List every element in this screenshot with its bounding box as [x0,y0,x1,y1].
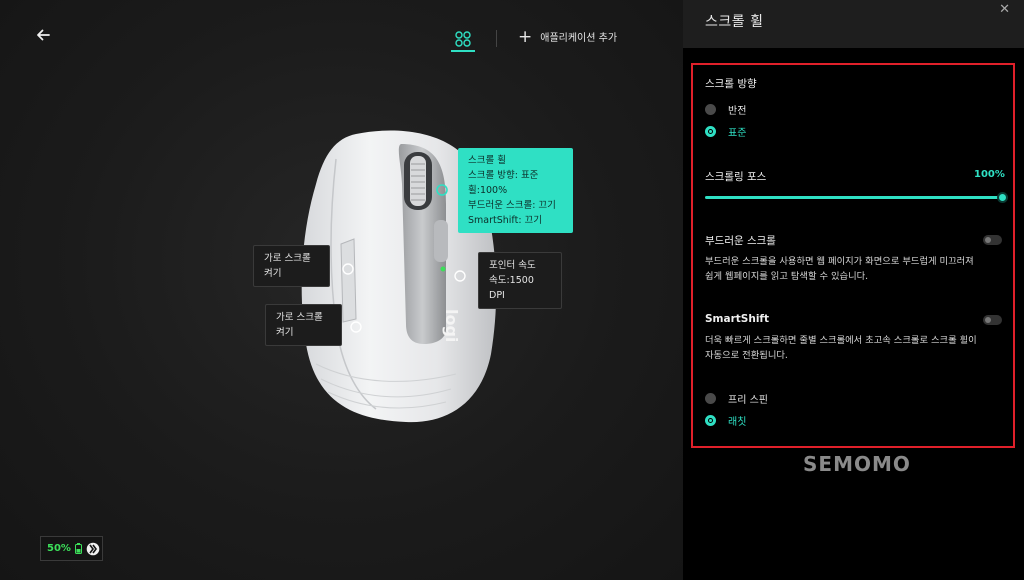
active-tab-indicator [451,50,475,52]
callout-wheel: 휠:100% [468,185,508,196]
radio-reverse-label[interactable]: 반전 [728,102,746,117]
callout-direction: 스크롤 방향: 표준 [468,170,539,181]
scroll-force-heading: 스크롤링 포스 [705,171,767,183]
scroll-force-slider-track[interactable] [705,196,1005,199]
smooth-scroll-description-2: 쉽게 웹페이지를 읽고 탐색할 수 있습니다. [705,271,869,282]
scroll-direction-heading: 스크롤 방향 [705,78,757,90]
smooth-scroll-toggle[interactable] [983,235,1002,245]
horizontal-scroll-callout-1[interactable]: 가로 스크롤 켜기 [253,245,330,287]
brand-logo-text: logi [442,309,461,342]
pointer-speed-callout[interactable]: 포인터 속도 속도:1500 DPI [478,252,562,309]
arrow-left-icon[interactable] [34,26,52,44]
callout-status: 켜기 [276,327,294,338]
toolbar-divider [496,30,497,47]
horizontal-scroll-callout-2[interactable]: 가로 스크롤 켜기 [265,304,342,346]
smooth-scroll-description-1: 부드러운 스크롤을 사용하면 웹 페이지가 화면으로 부드럽게 미끄러져 [705,256,974,267]
callout-title: 포인터 속도 [489,260,536,271]
callout-title: 스크롤 휠 [468,155,506,166]
smartshift-description-2: 자동으로 전환됩니다. [705,350,788,361]
scroll-force-value: 100% [974,169,1005,180]
add-application-label: 애플리케이션 추가 [540,33,618,44]
callout-smooth: 부드러운 스크롤: 끄기 [468,200,556,211]
callout-smartshift: SmartShift: 끄기 [468,215,543,226]
panel-header: 스크롤 휠 ✕ [683,0,1024,48]
smooth-scroll-heading: 부드러운 스크롤 [705,235,776,247]
battery-indicator: 50% [40,536,103,561]
add-application-button[interactable]: + 애플리케이션 추가 [518,26,618,47]
bolt-receiver-icon [86,542,100,555]
close-icon[interactable]: ✕ [999,2,1010,17]
callout-title: 가로 스크롤 [276,312,323,323]
plus-icon: + [518,26,533,47]
radio-standard-label[interactable]: 표준 [728,124,746,139]
battery-icon [74,543,82,554]
radio-reverse[interactable] [705,104,716,115]
watermark-text: SEMOMO [803,452,911,476]
radio-standard[interactable] [705,126,716,137]
callout-dpi: 속도:1500 DPI [489,275,534,301]
callout-title: 가로 스크롤 [264,253,311,264]
radio-free-spin-label[interactable]: 프리 스핀 [728,391,768,406]
callout-status: 켜기 [264,268,282,279]
scroll-wheel-callout[interactable]: 스크롤 휠 스크롤 방향: 표준 휠:100% 부드러운 스크롤: 끄기 Sma… [458,148,573,233]
smartshift-description-1: 더욱 빠르게 스크롤하면 줄별 스크롤에서 초고속 스크롤로 스크롤 휠이 [705,335,977,346]
smartshift-toggle[interactable] [983,315,1002,325]
radio-free-spin[interactable] [705,393,716,404]
panel-title: 스크롤 휠 [705,14,764,30]
battery-percent: 50% [47,543,71,554]
four-circles-icon[interactable] [451,29,475,51]
smartshift-heading: SmartShift [705,313,770,325]
device-view: + 애플리케이션 추가 logi 스크롤 휠 스크롤 방향: 표준 휠:100%… [0,0,683,580]
scroll-force-slider-handle[interactable] [997,192,1008,203]
radio-ratchet[interactable] [705,415,716,426]
radio-ratchet-label[interactable]: 래칫 [728,413,746,428]
